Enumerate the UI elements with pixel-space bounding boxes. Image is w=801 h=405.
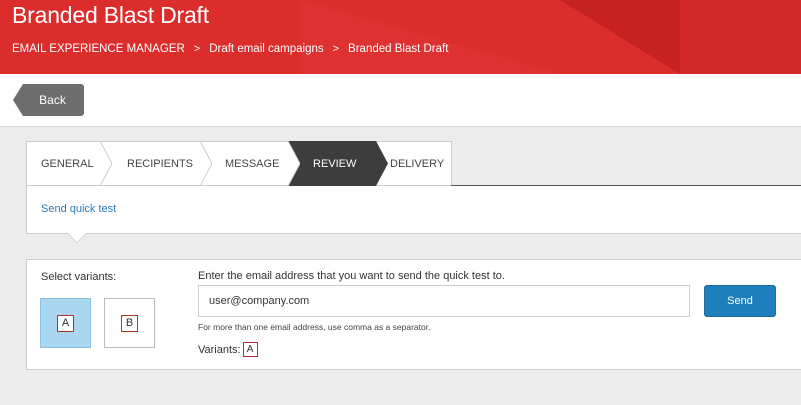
select-variants-label: Select variants: bbox=[41, 271, 117, 283]
page-title: Branded Blast Draft bbox=[12, 2, 209, 28]
header-decoration bbox=[560, 0, 680, 74]
variant-a-tile[interactable]: A bbox=[40, 298, 91, 348]
chevron-right-icon bbox=[288, 141, 300, 186]
header-decoration bbox=[300, 0, 560, 74]
toolbar: Back bbox=[0, 74, 801, 127]
tab-message[interactable]: MESSAGE bbox=[200, 141, 300, 186]
header-decoration bbox=[680, 0, 801, 74]
tab-label: REVIEW bbox=[313, 157, 357, 170]
chevron-right-icon bbox=[200, 141, 212, 186]
tab-label: DELIVERY bbox=[390, 157, 445, 170]
tab-recipients[interactable]: RECIPIENTS bbox=[100, 141, 212, 186]
email-field[interactable] bbox=[198, 285, 690, 317]
tab-review[interactable]: REVIEW bbox=[288, 141, 388, 186]
back-button[interactable]: Back bbox=[13, 84, 84, 116]
page-header: Branded Blast Draft EMAIL EXPERIENCE MAN… bbox=[0, 0, 801, 74]
send-button[interactable]: Send bbox=[704, 285, 776, 317]
email-field-label: Enter the email address that you want to… bbox=[198, 270, 505, 282]
breadcrumb-current: Branded Blast Draft bbox=[348, 43, 449, 55]
send-quick-test-link[interactable]: Send quick test bbox=[41, 203, 116, 215]
variants-summary-value: A bbox=[242, 342, 258, 357]
chevron-right-icon bbox=[100, 141, 112, 186]
breadcrumb: EMAIL EXPERIENCE MANAGER > Draft email c… bbox=[12, 43, 448, 55]
variants-summary: Variants: A bbox=[198, 342, 258, 357]
variant-b-tile[interactable]: B bbox=[104, 298, 155, 348]
panel-caret bbox=[68, 233, 86, 242]
tab-label: RECIPIENTS bbox=[127, 157, 194, 170]
variant-label: B bbox=[121, 314, 138, 332]
quick-test-form: Select variants: A B Enter the email add… bbox=[26, 259, 801, 370]
breadcrumb-separator: > bbox=[193, 43, 201, 55]
tab-label: GENERAL bbox=[41, 157, 94, 170]
breadcrumb-draft-email-campaigns[interactable]: Draft email campaigns bbox=[209, 43, 323, 55]
variant-label: A bbox=[57, 314, 74, 332]
tab-label: MESSAGE bbox=[225, 157, 280, 170]
tab-general[interactable]: GENERAL bbox=[26, 141, 112, 186]
quick-test-panel: Send quick test bbox=[26, 186, 801, 234]
email-hint: For more than one email address, use com… bbox=[198, 322, 431, 332]
wizard-tabs: GENERAL RECIPIENTS MESSAGE REVIEW DELIVE… bbox=[26, 141, 452, 186]
chevron-right-icon bbox=[376, 141, 388, 186]
breadcrumb-separator: > bbox=[332, 43, 340, 55]
variants-summary-label: Variants: bbox=[198, 343, 241, 356]
breadcrumb-email-experience-manager[interactable]: EMAIL EXPERIENCE MANAGER bbox=[12, 43, 185, 55]
